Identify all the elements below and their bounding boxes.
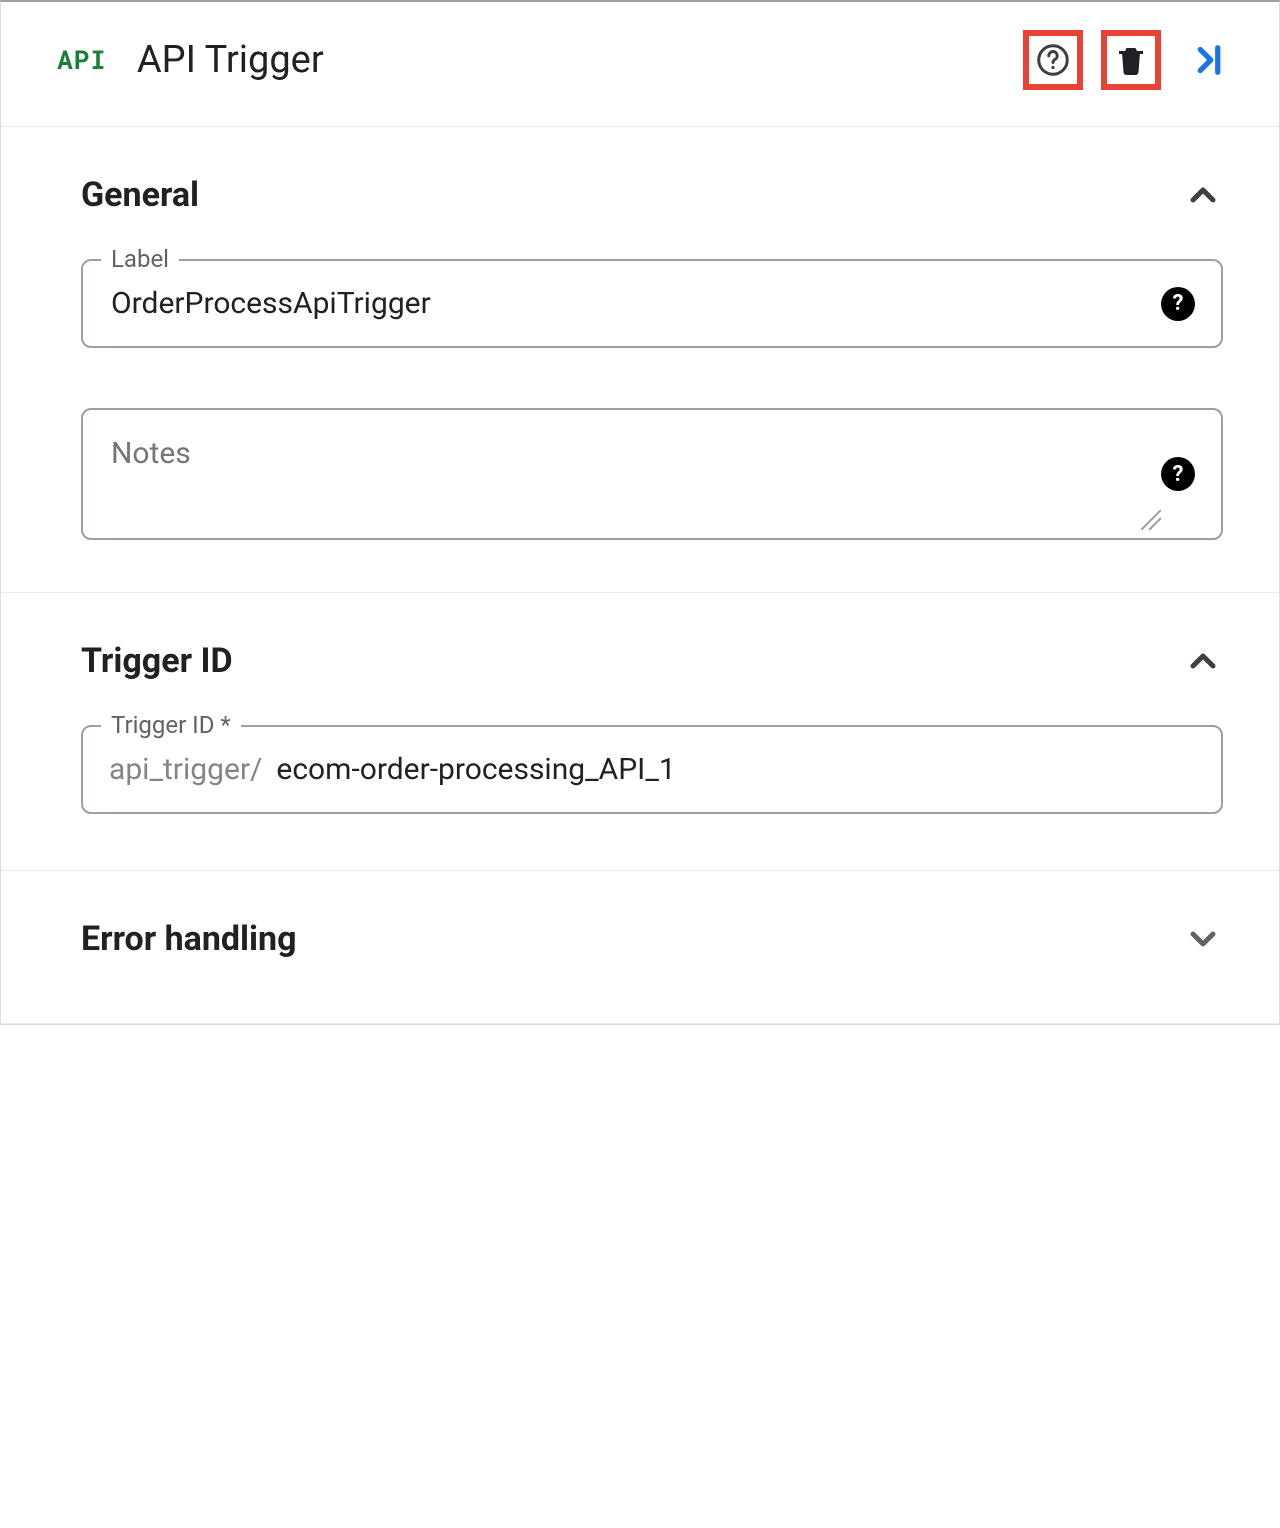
panel-title: API Trigger	[137, 38, 1023, 82]
section-general-title: General	[81, 175, 199, 215]
notes-help-button[interactable]: ?	[1161, 457, 1195, 491]
section-general: General Label ? ?	[1, 127, 1279, 593]
section-error-handling-title: Error handling	[81, 919, 297, 959]
help-button[interactable]	[1023, 30, 1083, 90]
delete-icon	[1113, 41, 1149, 79]
section-trigger-id-header[interactable]: Trigger ID	[81, 641, 1223, 681]
header-actions	[1023, 30, 1239, 90]
trigger-id-field[interactable]: Trigger ID * api_trigger/	[81, 725, 1223, 814]
chevron-down-icon	[1183, 919, 1223, 959]
collapse-panel-button[interactable]	[1179, 30, 1239, 90]
section-error-handling-header[interactable]: Error handling	[81, 919, 1223, 959]
chevron-up-icon	[1183, 641, 1223, 681]
section-general-header[interactable]: General	[81, 175, 1223, 215]
trigger-id-prefix: api_trigger/	[109, 752, 262, 787]
collapse-right-icon	[1188, 39, 1230, 81]
label-help-button[interactable]: ?	[1161, 287, 1195, 321]
notes-field[interactable]: ?	[81, 408, 1223, 540]
help-icon	[1035, 41, 1071, 79]
label-field[interactable]: Label ?	[81, 259, 1223, 348]
api-badge: API	[57, 43, 107, 77]
trigger-id-field-label: Trigger ID *	[101, 711, 241, 739]
label-input[interactable]	[109, 285, 1149, 322]
chevron-up-icon	[1183, 175, 1223, 215]
api-trigger-panel: API API Trigger	[0, 0, 1280, 1025]
delete-button[interactable]	[1101, 30, 1161, 90]
section-error-handling: Error handling	[1, 871, 1279, 1024]
section-trigger-id: Trigger ID Trigger ID * api_trigger/	[1, 593, 1279, 871]
panel-header: API API Trigger	[1, 2, 1279, 127]
trigger-id-input[interactable]	[274, 751, 1195, 788]
notes-textarea[interactable]	[109, 434, 1149, 514]
label-field-label: Label	[101, 245, 179, 273]
section-trigger-id-title: Trigger ID	[81, 641, 233, 681]
